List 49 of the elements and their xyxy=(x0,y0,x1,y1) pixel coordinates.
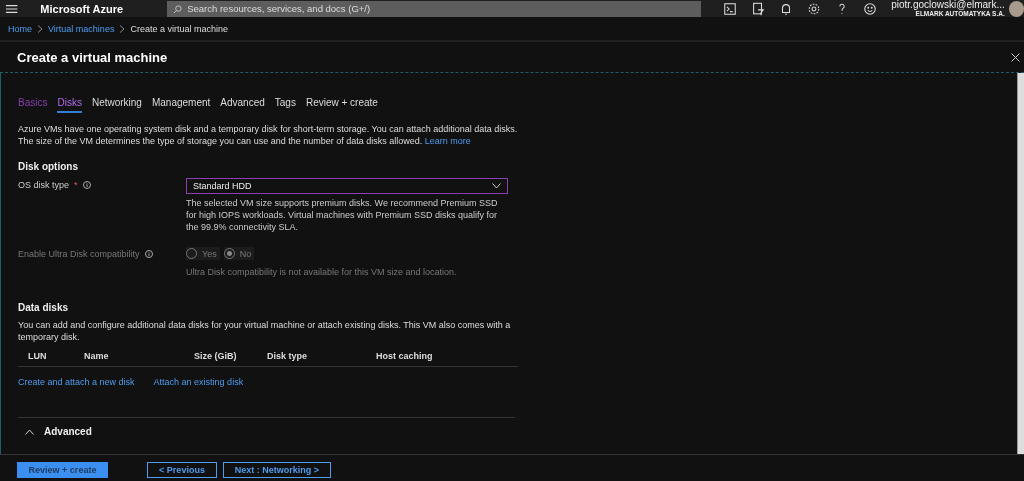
section-heading: Data disks xyxy=(18,302,70,313)
breadcrumb-current: Create a virtual machine xyxy=(130,23,228,34)
description-text: You can add and configure additional data disks for your virtual machine or attach existing disks. This VM also comes with a temporary disk. xyxy=(18,319,512,343)
info-icon[interactable] xyxy=(144,250,153,258)
column-header: Size (GiB) xyxy=(194,351,238,361)
intro-text: Azure VMs have one operating system disk and a temporary disk for short-term storage. You can attach additional data disks. The size of the VM determines the type of storage you can use and the number of data disks allowed. Learn more xyxy=(18,123,518,147)
search-field[interactable]: Search resources, services, and docs (G+/) xyxy=(167,0,702,17)
tab[interactable]: Networking xyxy=(91,95,142,113)
tab[interactable]: Management xyxy=(151,95,211,113)
tab[interactable]: Disks xyxy=(57,95,82,113)
account-email[interactable]: piotr.goclowski@elmark... xyxy=(891,0,1005,9)
terminal-icon[interactable] xyxy=(723,1,738,16)
blade-title: Create a virtual machine xyxy=(17,49,168,65)
os-disk-type-dropdown[interactable]: Standard HDD xyxy=(186,178,508,194)
footer-button[interactable]: < Previous xyxy=(147,461,217,478)
chevron-down-icon xyxy=(492,183,501,189)
required-mark: * xyxy=(74,180,78,190)
hint-text: The selected VM size supports premium disks. We recommend Premium SSD for high IOPS workloads. Virtual machines with Premium SSD disks qualify for the 99.9% connectivity SLA. xyxy=(186,197,499,233)
footer-button[interactable]: Next : Networking > xyxy=(223,461,331,478)
footer-button[interactable]: Review + create xyxy=(17,461,108,478)
search-icon xyxy=(173,4,183,14)
tab[interactable]: Review + create xyxy=(305,95,378,113)
close-icon[interactable] xyxy=(1011,52,1020,62)
menu-icon[interactable] xyxy=(5,3,19,14)
column-header: LUN xyxy=(28,351,48,361)
breadcrumb-link[interactable]: Virtual machines xyxy=(48,23,115,34)
tab[interactable]: Advanced xyxy=(220,95,265,113)
breadcrumb-link[interactable]: Home xyxy=(8,23,32,34)
info-icon[interactable] xyxy=(82,181,91,189)
field-label: Enable Ultra Disk compatibility xyxy=(18,249,140,259)
disk-link[interactable]: Create and attach a new disk xyxy=(18,377,135,387)
caret-up-icon[interactable] xyxy=(25,428,34,435)
column-header: Disk type xyxy=(267,351,309,361)
tab[interactable]: Tags xyxy=(274,95,296,113)
section-title[interactable]: Advanced xyxy=(44,426,92,437)
smiley-icon[interactable] xyxy=(863,1,878,16)
filter-icon[interactable] xyxy=(751,1,766,16)
column-header: Host caching xyxy=(376,351,434,361)
brand-title[interactable]: Microsoft Azure xyxy=(40,2,168,15)
hint-text: Ultra Disk compatibility is not available for this VM size and location. xyxy=(186,266,458,278)
field-label: OS disk type xyxy=(18,180,70,190)
section-heading: Disk options xyxy=(18,161,79,172)
learn-more-link[interactable]: Learn more xyxy=(424,136,471,146)
disk-link[interactable]: Attach an existing disk xyxy=(153,377,244,387)
avatar[interactable] xyxy=(1008,0,1024,17)
chevron-right-icon xyxy=(119,24,126,33)
column-header: Name xyxy=(84,351,110,361)
settings-icon[interactable] xyxy=(807,1,822,16)
chevron-right-icon xyxy=(37,24,43,33)
